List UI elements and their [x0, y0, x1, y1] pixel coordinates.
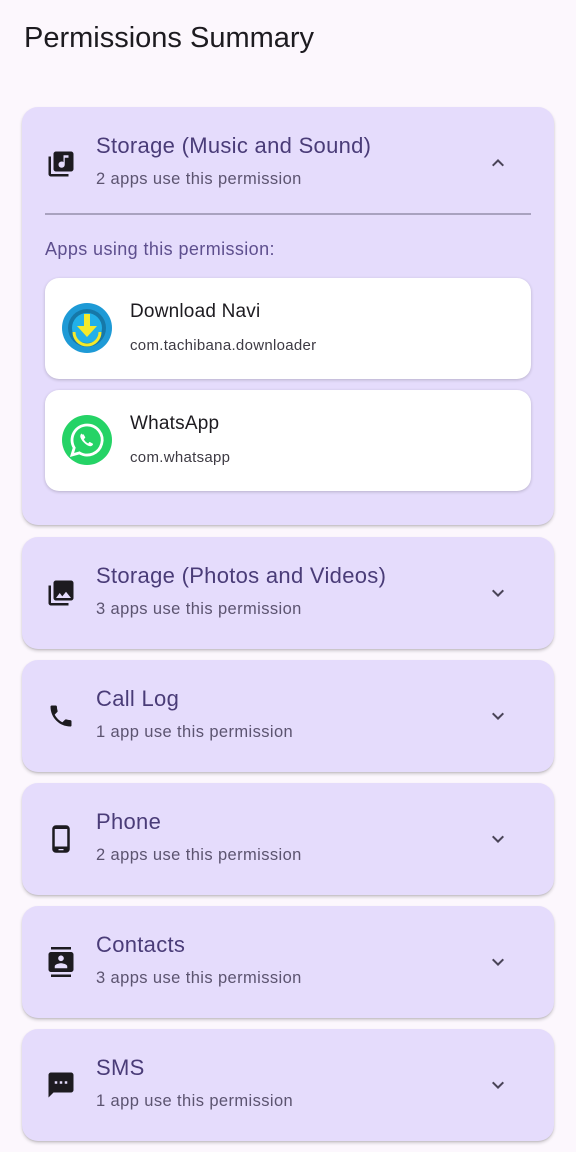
- app-list-item[interactable]: Download Navi com.tachibana.downloader: [45, 278, 531, 379]
- app-list-item[interactable]: WhatsApp com.whatsapp: [45, 390, 531, 491]
- permission-title: Contacts: [96, 932, 186, 957]
- permissions-summary-screen: Permissions Summary Storage (Music and S…: [0, 0, 576, 1152]
- permission-title: Storage (Photos and Videos): [96, 563, 387, 588]
- permission-subtitle: 2 apps use this permission: [96, 170, 302, 188]
- chevron-down-icon[interactable]: [486, 1073, 510, 1097]
- permission-subtitle: 3 apps use this permission: [96, 600, 302, 618]
- permission-card-storage-music: Storage (Music and Sound) 2 apps use thi…: [22, 107, 554, 525]
- chevron-down-icon[interactable]: [486, 827, 510, 851]
- contacts-icon: [46, 947, 76, 977]
- permission-card-storage-photos[interactable]: Storage (Photos and Videos) 3 apps use t…: [22, 537, 554, 649]
- apps-list-label: Apps using this permission:: [45, 239, 275, 259]
- permission-card-phone[interactable]: Phone 2 apps use this permission: [22, 783, 554, 895]
- divider: [45, 213, 531, 215]
- chevron-down-icon[interactable]: [486, 950, 510, 974]
- app-name: Download Navi: [130, 301, 261, 322]
- sms-icon: [46, 1070, 76, 1100]
- photo-library-icon: [46, 578, 76, 608]
- permission-card-header[interactable]: Storage (Music and Sound) 2 apps use thi…: [22, 107, 554, 219]
- chevron-up-icon[interactable]: [486, 151, 510, 175]
- chevron-down-icon[interactable]: [486, 581, 510, 605]
- page-title: Permissions Summary: [24, 22, 315, 54]
- phone-call-icon: [46, 701, 76, 731]
- whatsapp-app-icon: [61, 414, 113, 466]
- app-name: WhatsApp: [130, 413, 220, 434]
- chevron-down-icon[interactable]: [486, 704, 510, 728]
- permission-subtitle: 1 app use this permission: [96, 723, 294, 741]
- permission-title: Phone: [96, 809, 162, 834]
- app-package: com.tachibana.downloader: [130, 337, 317, 354]
- smartphone-icon: [46, 824, 76, 854]
- permission-card-contacts[interactable]: Contacts 3 apps use this permission: [22, 906, 554, 1018]
- music-library-icon: [46, 149, 76, 179]
- app-package: com.whatsapp: [130, 449, 231, 466]
- permission-card-sms[interactable]: SMS 1 app use this permission: [22, 1029, 554, 1141]
- permission-subtitle: 3 apps use this permission: [96, 969, 302, 987]
- download-navi-app-icon: [61, 302, 113, 354]
- permission-title: SMS: [96, 1055, 145, 1080]
- permission-card-call-log[interactable]: Call Log 1 app use this permission: [22, 660, 554, 772]
- permission-title: Call Log: [96, 686, 180, 711]
- permission-subtitle: 2 apps use this permission: [96, 846, 302, 864]
- permission-subtitle: 1 app use this permission: [96, 1092, 294, 1110]
- permission-title: Storage (Music and Sound): [96, 133, 372, 158]
